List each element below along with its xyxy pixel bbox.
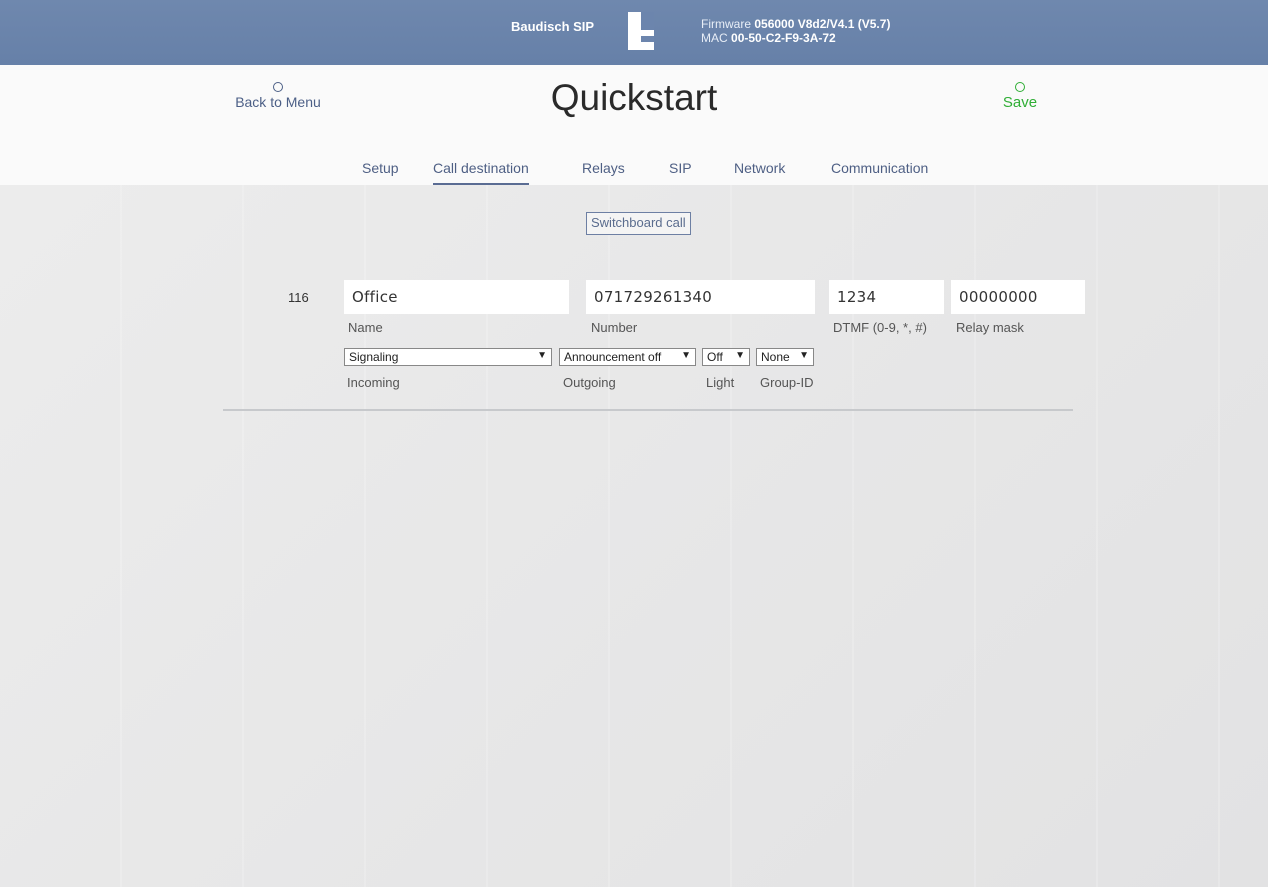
top-bar: Baudisch SIP Firmware 056000 V8d2/V4.1 (… [0,0,1268,65]
dropdown-arrow-icon: ▼ [681,350,691,361]
main-content: Switchboard call 116 Name Number DTMF (0… [0,185,1268,887]
tab-network[interactable]: Network [734,160,785,176]
save-label: Save [1002,94,1038,111]
number-label: Number [591,320,638,335]
divider [223,409,1073,411]
name-input[interactable] [344,280,569,314]
light-select[interactable]: Off ▼ [702,348,750,366]
dtmf-input[interactable] [829,280,944,314]
tab-call-destination[interactable]: Call destination [433,160,529,185]
outgoing-value: Announcement off [564,350,662,364]
firmware-label: Firmware [701,17,751,31]
firmware-info: Firmware 056000 V8d2/V4.1 (V5.7) MAC 00-… [701,17,890,45]
outgoing-label: Outgoing [563,375,616,390]
firmware-value: 056000 V8d2/V4.1 (V5.7) [754,17,891,31]
outgoing-select[interactable]: Announcement off ▼ [559,348,696,366]
light-value: Off [707,350,723,364]
dropdown-arrow-icon: ▼ [799,350,809,361]
group-id-value: None [761,350,790,364]
tab-communication[interactable]: Communication [831,160,928,176]
dropdown-arrow-icon: ▼ [537,350,547,361]
incoming-label: Incoming [347,375,400,390]
switchboard-call-button[interactable]: Switchboard call [586,212,691,235]
group-id-label: Group-ID [760,375,814,390]
save-button[interactable]: Save [990,82,1050,111]
relay-mask-label: Relay mask [956,320,1024,335]
dropdown-arrow-icon: ▼ [735,350,745,361]
entry-number: 116 [288,290,309,305]
tab-sip[interactable]: SIP [669,160,692,176]
light-label: Light [706,375,735,390]
brand-name: Baudisch SIP [511,19,595,34]
group-id-select[interactable]: None ▼ [756,348,814,366]
relay-mask-input[interactable] [951,280,1085,314]
incoming-select[interactable]: Signaling ▼ [344,348,552,366]
tab-relays[interactable]: Relays [582,160,625,176]
tab-bar: Setup Call destination Relays SIP Networ… [0,160,1268,185]
mac-value: 00-50-C2-F9-3A-72 [731,31,836,45]
page-title: Quickstart [550,77,718,118]
page-header: Back to Menu Quickstart Save Setup Call … [0,65,1268,185]
number-input[interactable] [586,280,815,314]
dtmf-label: DTMF (0-9, *, #) [833,320,927,335]
name-label: Name [348,320,383,335]
mac-label: MAC [701,31,728,45]
tab-setup[interactable]: Setup [362,160,399,176]
save-circle-icon [1015,82,1025,92]
incoming-value: Signaling [349,350,399,364]
baudisch-logo-icon [628,12,654,50]
